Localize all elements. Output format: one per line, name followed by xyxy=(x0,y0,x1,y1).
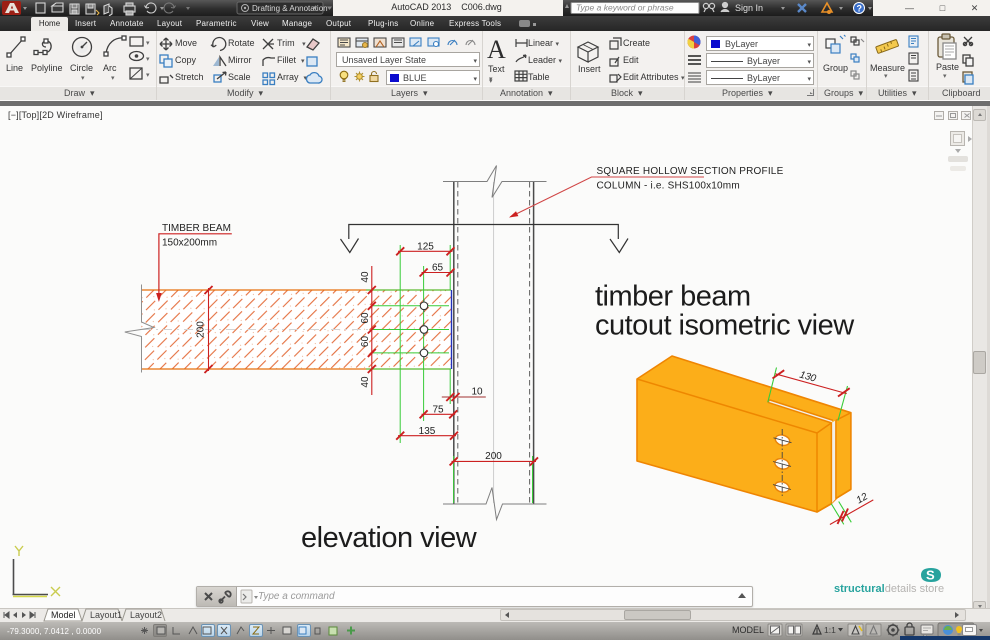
svg-text:elevation view: elevation view xyxy=(301,522,478,554)
svg-text:timber beam: timber beam xyxy=(595,281,751,313)
svg-text:150x200mm: 150x200mm xyxy=(162,238,217,249)
svg-text:Model: Model xyxy=(51,610,76,620)
svg-text:200: 200 xyxy=(196,321,207,338)
svg-text:SQUARE HOLLOW SECTION PROFILE: SQUARE HOLLOW SECTION PROFILE xyxy=(597,166,784,177)
svg-text:200: 200 xyxy=(485,451,502,462)
svg-text:12: 12 xyxy=(855,491,871,506)
svg-text:1:1: 1:1 xyxy=(824,625,836,635)
svg-text:TIMBER BEAM: TIMBER BEAM xyxy=(162,223,231,234)
svg-text:10: 10 xyxy=(471,386,483,397)
svg-text:135: 135 xyxy=(419,426,436,437)
svg-text:cutout isometric view: cutout isometric view xyxy=(595,310,855,342)
svg-text:125: 125 xyxy=(417,241,434,252)
svg-text:130: 130 xyxy=(798,370,817,385)
svg-text:40: 40 xyxy=(360,271,371,283)
svg-text:S: S xyxy=(926,568,935,583)
svg-text:COLUMN - i.e. SHS100x10mm: COLUMN - i.e. SHS100x10mm xyxy=(597,181,740,192)
svg-text:75: 75 xyxy=(432,405,444,416)
svg-text:60: 60 xyxy=(360,312,371,324)
svg-text:60: 60 xyxy=(360,336,371,348)
svg-text:Layout2: Layout2 xyxy=(130,610,162,620)
svg-text:65: 65 xyxy=(432,262,444,273)
svg-text:Layout1: Layout1 xyxy=(90,610,122,620)
svg-text:MODEL: MODEL xyxy=(732,625,764,635)
svg-text:40: 40 xyxy=(360,376,371,388)
